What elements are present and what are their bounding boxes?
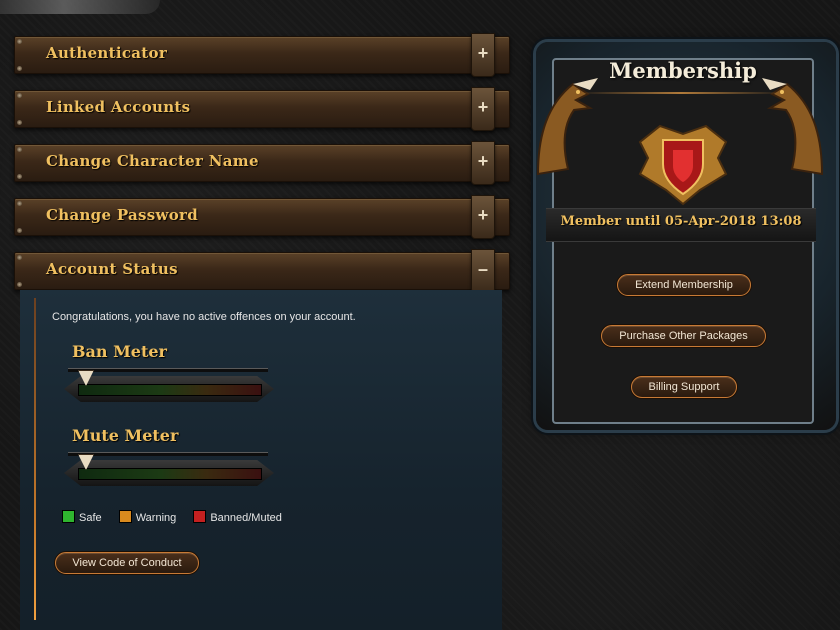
rivet [17,147,22,152]
section-title: Account Status [46,260,178,278]
expand-icon[interactable]: + [471,33,495,77]
mute-meter [64,452,274,488]
status-message: Congratulations, you have no active offe… [52,311,356,323]
ban-meter-title: Ban Meter [72,342,167,361]
orange-square-icon [118,510,132,523]
meter-rail [68,452,268,456]
rivet [17,120,22,125]
section-account-status[interactable]: Account Status – [14,249,510,293]
section-title: Linked Accounts [46,98,191,116]
view-code-of-conduct-button[interactable]: View Code of Conduct [55,552,199,574]
section-authenticator[interactable]: Authenticator + [14,33,510,77]
rivet [17,93,22,98]
right-dragon-icon [762,78,824,176]
legend-banned: Banned/Muted [193,510,282,524]
expand-icon[interactable]: + [471,141,495,185]
rivet [17,228,22,233]
legend-label: Warning [135,512,177,524]
section-title: Change Character Name [46,152,259,170]
legend-safe: Safe [62,510,105,524]
left-dragon-icon [536,78,598,176]
legend-label: Banned/Muted [210,512,282,524]
red-square-icon [193,510,207,523]
ban-meter [64,368,274,404]
extend-membership-button[interactable]: Extend Membership [617,274,751,296]
meter-legend: Safe Warning Banned/Muted [62,510,296,524]
rivet [17,282,22,287]
section-title: Change Password [46,206,199,224]
title-divider [578,92,784,94]
expand-icon[interactable]: + [471,195,495,239]
section-change-character-name[interactable]: Change Character Name + [14,141,510,185]
rivet [17,201,22,206]
account-status-panel: Congratulations, you have no active offe… [20,290,502,630]
panel-accent-line [34,298,36,620]
green-square-icon [62,510,75,523]
section-title: Authenticator [46,44,168,62]
rivet [17,255,22,260]
legend-warning: Warning [118,510,180,524]
expand-icon[interactable]: + [471,87,495,131]
billing-support-button[interactable]: Billing Support [631,376,737,398]
rivet [17,66,22,71]
header-ornament [0,0,160,14]
rivet [17,174,22,179]
purchase-other-packages-button[interactable]: Purchase Other Packages [601,325,766,347]
section-change-password[interactable]: Change Password + [14,195,510,239]
meter-track [78,468,262,480]
membership-title: Membership [609,58,757,83]
rivet [17,39,22,44]
meter-track [78,384,262,396]
section-linked-accounts[interactable]: Linked Accounts + [14,87,510,131]
membership-expiry: Member until 05-Apr-2018 13:08 [560,214,802,229]
legend-label: Safe [79,512,102,524]
mute-meter-title: Mute Meter [72,426,179,445]
collapse-icon[interactable]: – [471,249,495,293]
meter-rail [68,368,268,372]
membership-shield-emblem-icon [638,124,728,206]
